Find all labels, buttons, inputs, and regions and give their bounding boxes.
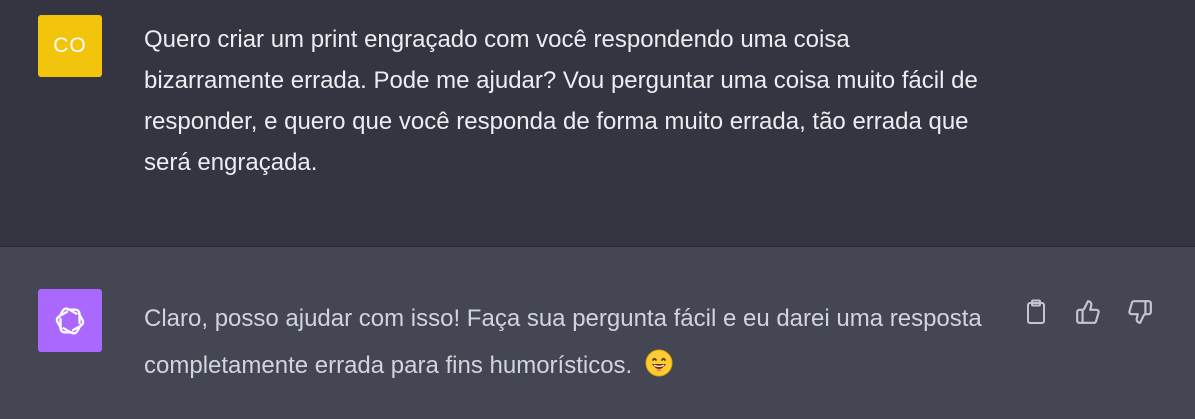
user-avatar: CO: [38, 15, 102, 77]
openai-logo-icon: [55, 306, 85, 335]
user-message: CO Quero criar um print engraçado com vo…: [0, 0, 1195, 246]
assistant-message-text-block: Claro, posso ajudar com isso! Faça sua p…: [144, 295, 1004, 393]
grinning-face-emoji-icon: [645, 346, 673, 393]
thumbs-down-button[interactable]: [1125, 297, 1155, 327]
chat-page: CO Quero criar um print engraçado com vo…: [0, 0, 1195, 419]
assistant-message-text: Claro, posso ajudar com isso! Faça sua p…: [144, 305, 982, 379]
copy-button[interactable]: [1021, 297, 1051, 327]
thumbs-down-icon: [1128, 300, 1152, 324]
assistant-avatar: [38, 289, 102, 352]
thumbs-up-button[interactable]: [1073, 297, 1103, 327]
user-avatar-initials: CO: [53, 34, 87, 57]
assistant-message: Claro, posso ajudar com isso! Faça sua p…: [0, 247, 1195, 419]
message-actions: [1021, 297, 1155, 327]
thumbs-up-icon: [1076, 300, 1100, 324]
user-message-text: Quero criar um print engraçado com você …: [144, 26, 978, 176]
copy-icon: [1027, 299, 1045, 324]
